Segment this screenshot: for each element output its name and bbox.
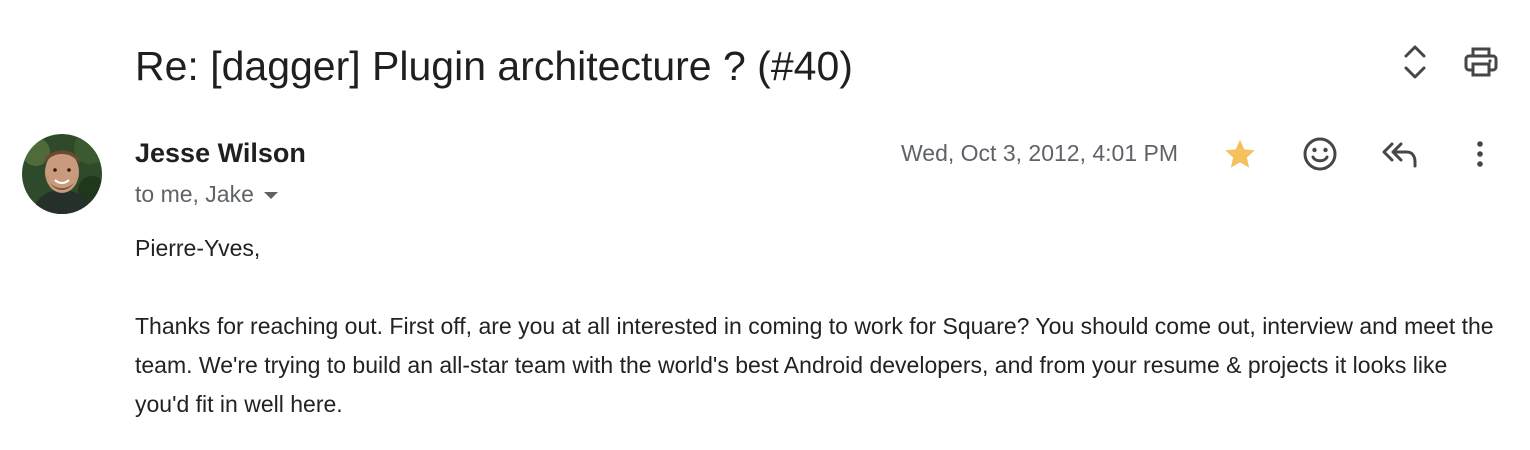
show-details-caret-icon[interactable] [263,192,278,199]
more-vert-icon [1477,141,1483,167]
add-reaction-button[interactable] [1300,134,1340,174]
expand-all-button[interactable] [1402,42,1428,82]
thread-header: Re: [dagger] Plugin architecture ? (#40) [0,0,1530,130]
body-greeting: Pierre-Yves, [135,235,261,261]
more-options-button[interactable] [1460,134,1500,174]
star-icon [1225,139,1255,168]
thread-actions [1402,42,1498,82]
email-subject: Re: [dagger] Plugin architecture ? (#40) [135,43,853,89]
reply-all-icon [1382,142,1417,168]
print-icon [1464,47,1498,77]
reply-all-button[interactable] [1380,134,1420,174]
unfold-icon [1404,45,1426,79]
print-button[interactable] [1464,46,1498,78]
emoji-icon [1303,137,1337,171]
message-actions [1220,134,1500,174]
body-paragraph: Thanks for reaching out. First off, are … [135,313,1494,417]
recipients: to me, Jake [135,179,278,209]
message-body: Pierre-Yves, Thanks for reaching out. Fi… [135,229,1495,424]
avatar-image [22,134,102,214]
star-button[interactable] [1220,134,1260,174]
recipients-text: to me, Jake [135,181,254,207]
message-date: Wed, Oct 3, 2012, 4:01 PM [901,140,1178,166]
sender-name[interactable]: Jesse Wilson [135,136,306,170]
avatar[interactable] [22,134,102,214]
